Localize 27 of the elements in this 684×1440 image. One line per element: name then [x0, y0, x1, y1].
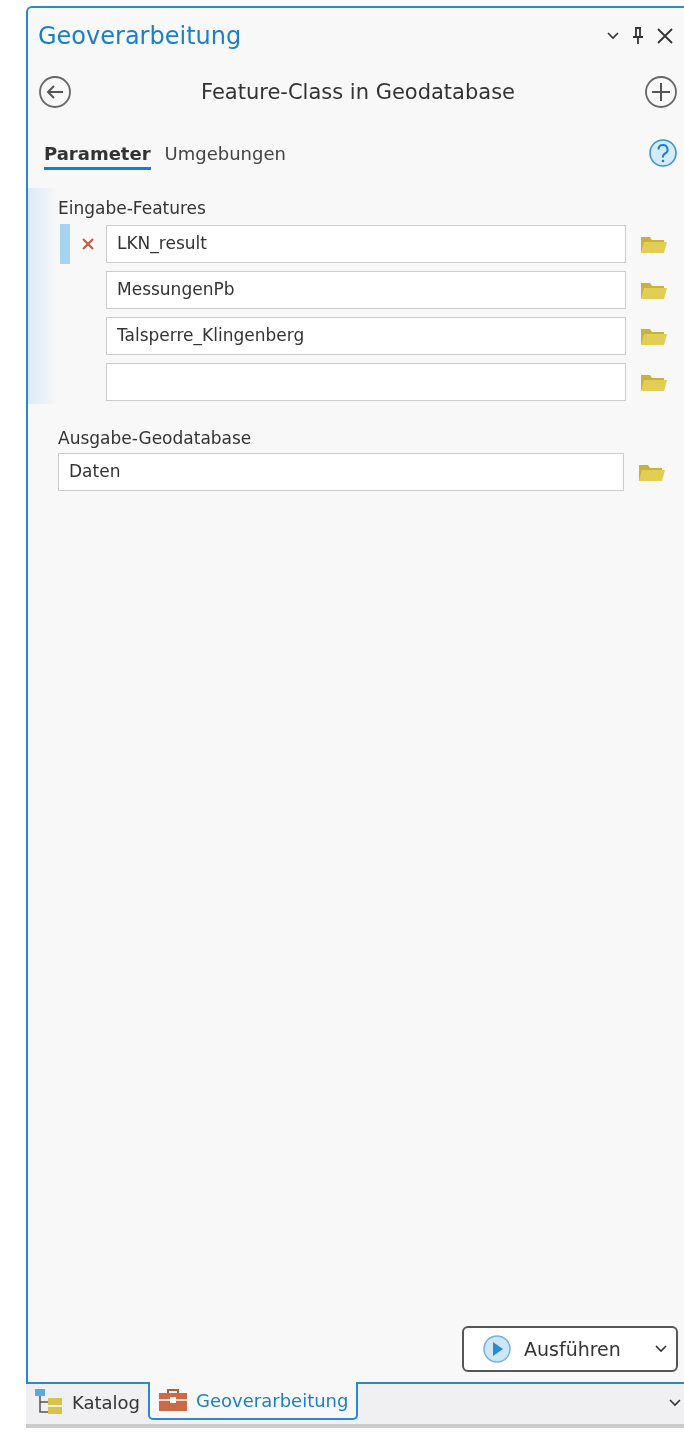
- input-field[interactable]: MessungenPb: [106, 271, 626, 309]
- window-title: Geoverarbeitung: [38, 22, 243, 50]
- input-field[interactable]: [106, 363, 626, 401]
- dock-tab[interactable]: Geoverarbeitung: [148, 1382, 359, 1420]
- play-icon: [482, 1334, 512, 1364]
- help-icon[interactable]: [648, 138, 678, 168]
- field-label: Ausgabe-Geodatabase: [57, 428, 253, 448]
- chevron-down-icon[interactable]: [668, 1398, 682, 1408]
- toolbox-icon: [158, 1388, 189, 1412]
- tab[interactable]: Parameter: [44, 143, 151, 170]
- remove-icon[interactable]: [82, 238, 94, 250]
- add-icon[interactable]: [644, 75, 678, 109]
- back-icon[interactable]: [38, 75, 72, 109]
- input-field[interactable]: LKN_result: [106, 225, 626, 263]
- dock-tab[interactable]: Katalog: [26, 1384, 149, 1420]
- input-field[interactable]: Daten: [58, 453, 624, 491]
- field-label: Eingabe-Features: [57, 198, 207, 218]
- folder-tree-icon: [34, 1388, 64, 1416]
- tab[interactable]: Umgebungen: [164, 143, 286, 170]
- pin-icon[interactable]: [632, 27, 644, 45]
- run-button[interactable]: Ausführen: [462, 1326, 678, 1372]
- chevron-down-icon[interactable]: [606, 31, 620, 41]
- tool-title: Feature-Class in Geodatabase: [199, 80, 517, 104]
- caret-icon: [654, 1344, 668, 1354]
- input-field[interactable]: Talsperre_Klingenberg: [106, 317, 626, 355]
- close-icon[interactable]: [656, 27, 674, 45]
- focus-indicator: [60, 224, 70, 264]
